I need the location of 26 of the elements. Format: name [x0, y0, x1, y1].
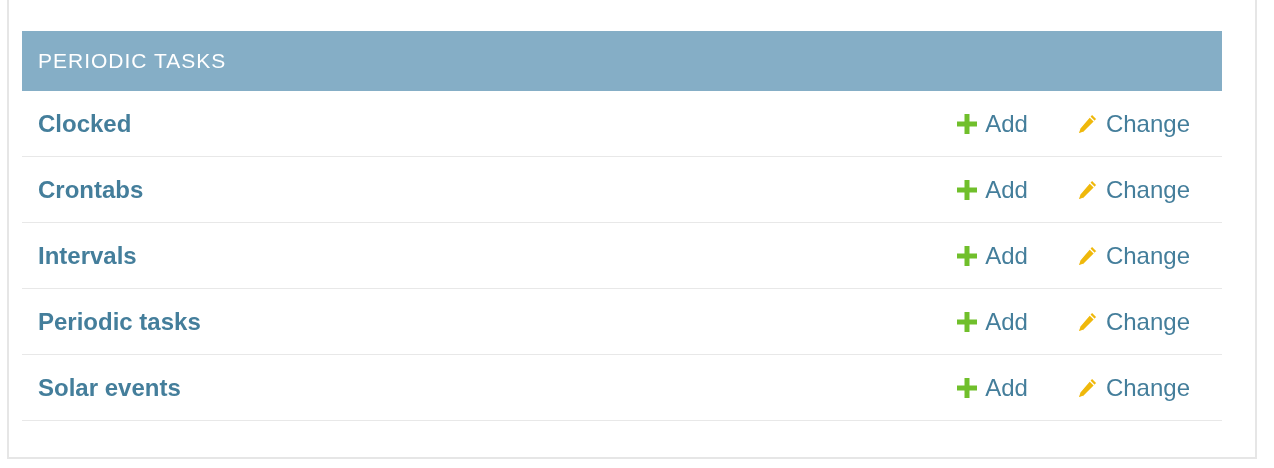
plus-icon [957, 179, 978, 200]
change-link[interactable]: Change [1075, 307, 1190, 336]
model-link[interactable]: Crontabs [38, 175, 958, 204]
pencil-icon [1075, 178, 1098, 201]
pencil-icon [1075, 310, 1098, 333]
add-link[interactable]: Add [957, 373, 1028, 402]
plus-icon [957, 245, 978, 266]
pencil-icon [1075, 244, 1098, 267]
model-link[interactable]: Periodic tasks [38, 307, 958, 336]
plus-icon [957, 113, 978, 134]
add-link[interactable]: Add [957, 175, 1028, 204]
add-link[interactable]: Add [957, 109, 1028, 138]
pencil-icon [1075, 376, 1098, 399]
change-link[interactable]: Change [1075, 109, 1190, 138]
pencil-icon [1075, 112, 1098, 135]
model-link[interactable]: Clocked [38, 109, 958, 138]
plus-icon [957, 377, 978, 398]
change-link[interactable]: Change [1075, 373, 1190, 402]
change-link[interactable]: Change [1075, 241, 1190, 270]
model-link[interactable]: Solar events [38, 373, 958, 402]
change-link[interactable]: Change [1075, 175, 1190, 204]
module-header: PERIODIC TASKS [22, 31, 1222, 91]
add-link[interactable]: Add [957, 307, 1028, 336]
model-link[interactable]: Intervals [38, 241, 958, 270]
plus-icon [957, 311, 978, 332]
add-link[interactable]: Add [957, 241, 1028, 270]
